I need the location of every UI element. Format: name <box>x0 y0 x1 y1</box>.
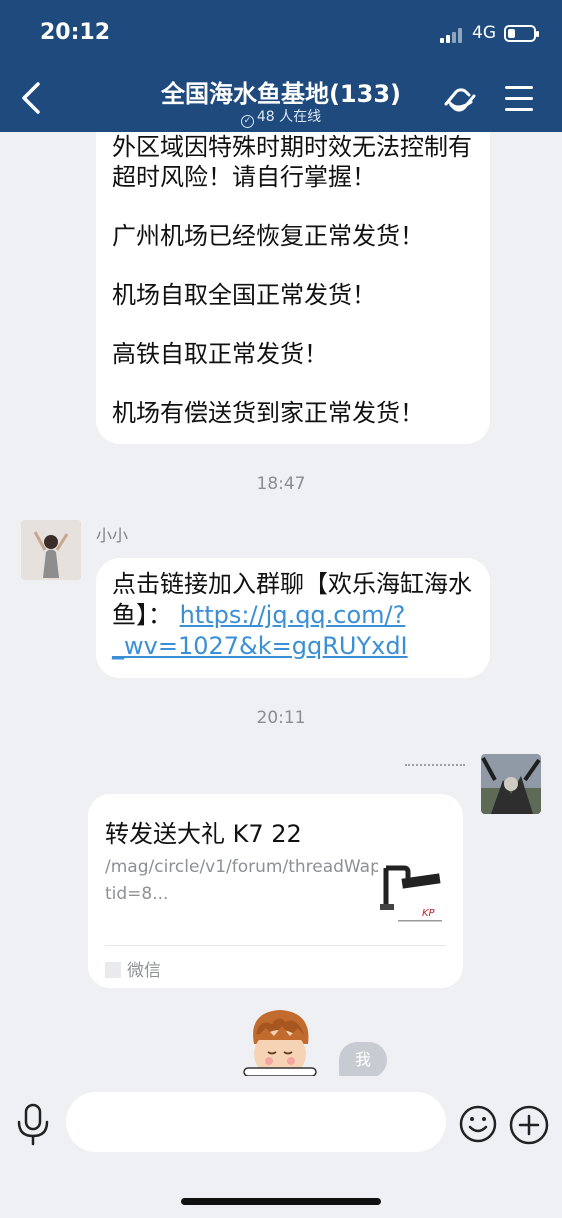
home-indicator <box>181 1198 381 1205</box>
plus-icon[interactable] <box>508 1104 550 1146</box>
check-icon: ✓ <box>240 115 254 128</box>
announcement-line: 机场有偿送货到家正常发货！ <box>112 399 424 427</box>
microphone-icon[interactable] <box>14 1102 52 1148</box>
card-title: 转发送大礼 K7 22 <box>105 820 302 848</box>
timestamp: 18:47 <box>256 474 306 494</box>
menu-icon[interactable] <box>505 86 533 112</box>
announcement-bubble[interactable]: 外区域因特殊时期时效无法控制有超时风险！请自行掌握！ 广州机场已经恢复正常发货！… <box>96 132 490 444</box>
message-input[interactable] <box>66 1092 446 1152</box>
announcement-line: 机场自取全国正常发货！ <box>112 281 376 309</box>
card-divider <box>105 945 446 946</box>
card-description: /mag/circle/v1/forum/threadWapPage?tid=8… <box>105 857 432 904</box>
status-time: 20:12 <box>40 20 111 45</box>
me-badge: 我 <box>339 1042 387 1076</box>
link-message-bubble[interactable]: 点击链接加入群聊【欢乐海缸海水鱼】： https://jq.qq.com/?_w… <box>96 558 490 678</box>
input-bar <box>0 1076 562 1218</box>
svg-text:KP: KP <box>422 908 436 919</box>
source-icon <box>105 962 121 978</box>
network-label: 4G <box>472 23 496 43</box>
chat-area[interactable]: 外区域因特殊时期时效无法控制有超时风险！请自行掌握！ 广州机场已经恢复正常发货！… <box>0 132 562 1076</box>
sender-name-placeholder <box>405 764 465 766</box>
battery-icon <box>504 25 539 42</box>
timestamp: 20:11 <box>256 708 306 728</box>
announcement-line: 外区域因特殊时期时效无法控制有超时风险！请自行掌握！ <box>112 133 472 191</box>
card-source: 微信 <box>105 956 161 981</box>
sender-name: 小小 <box>96 526 129 545</box>
cartoon-sticker[interactable] <box>240 1004 320 1076</box>
announcement-line: 高铁自取正常发货！ <box>112 340 328 368</box>
announcement-line: 广州机场已经恢复正常发货！ <box>112 222 424 250</box>
signal-icon <box>440 27 468 43</box>
emoji-icon[interactable] <box>458 1104 498 1144</box>
card-source-label: 微信 <box>127 961 161 981</box>
my-avatar[interactable] <box>481 754 541 814</box>
card-thumbnail: KP <box>378 856 446 928</box>
chat-header: 20:12 4G 全国海水鱼基地(133) ✓ 48 人在线 <box>0 0 562 132</box>
online-count-label: 48 人在线 <box>256 109 322 125</box>
sender-avatar[interactable] <box>21 520 81 580</box>
group-link-icon[interactable] <box>440 80 480 120</box>
share-card[interactable]: 转发送大礼 K7 22 /mag/circle/v1/forum/threadW… <box>88 794 463 988</box>
